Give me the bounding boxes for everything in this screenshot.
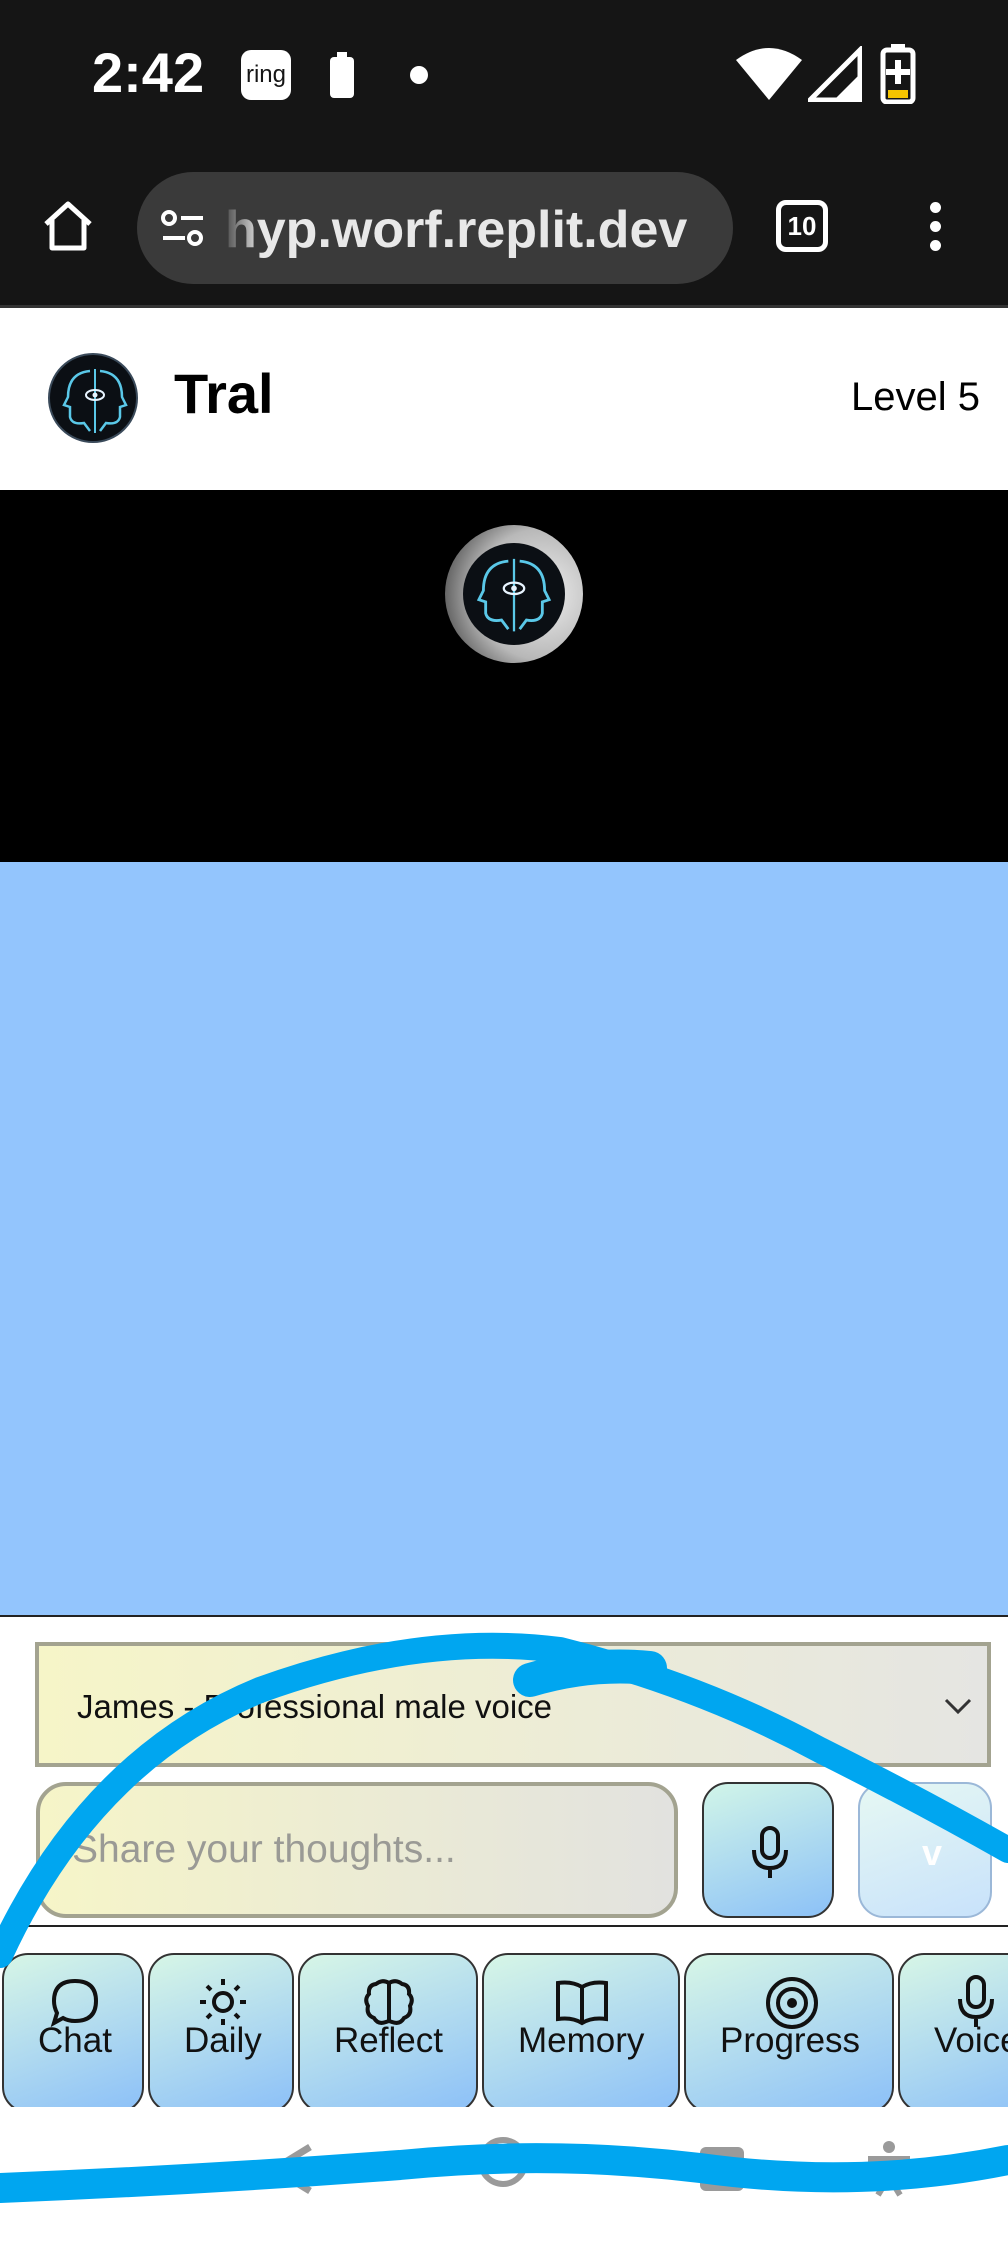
ring-app-icon: ring (241, 50, 291, 100)
message-input[interactable] (72, 1824, 652, 1876)
battery-charging-icon (880, 44, 916, 104)
mic-button[interactable] (702, 1782, 834, 1918)
nav-reflect-tab[interactable]: Reflect (298, 1953, 478, 2107)
app-logo-icon (48, 353, 138, 443)
more-menu-icon[interactable] (930, 202, 941, 259)
voice-select-dropdown[interactable]: James - Professional male voice (35, 1642, 991, 1767)
chat-messages-area[interactable] (0, 862, 1008, 1617)
input-controls: James - Professional male voice v (0, 1617, 1008, 1927)
nav-daily-label: Daily (184, 2021, 262, 2060)
wifi-icon (736, 48, 802, 100)
chevron-down-icon (944, 1698, 972, 1715)
send-button[interactable]: v (858, 1782, 992, 1918)
send-label: v (922, 1832, 943, 1873)
bottom-nav: Chat Daily Reflect Memory Progress Voic (0, 1927, 1008, 2107)
level-indicator: Level 5 (851, 375, 980, 419)
hero-banner (0, 490, 1008, 862)
home-icon[interactable] (40, 198, 96, 254)
microphone-icon (752, 1826, 788, 1878)
battery-saver-icon (330, 52, 354, 98)
app-root: 2:42 ring hyp.worf.replit.dev 10 Tral Le… (0, 0, 1008, 2244)
url-fade (221, 172, 261, 284)
nav-reflect-label: Reflect (334, 2021, 443, 2060)
app-header: Tral Level 5 (0, 311, 1008, 490)
voice-select-value: James - Professional male voice (77, 1688, 553, 1725)
home-nav-icon[interactable] (478, 2137, 528, 2187)
app-title: Tral (174, 362, 274, 425)
nav-chat-label: Chat (38, 2021, 112, 2060)
nav-chat-tab[interactable]: Chat (2, 1953, 144, 2107)
url-bar[interactable]: hyp.worf.replit.dev (137, 172, 733, 284)
system-nav-bar (0, 2107, 1008, 2244)
nav-progress-tab[interactable]: Progress (684, 1953, 894, 2107)
notification-dot-icon (410, 66, 428, 84)
status-time: 2:42 (92, 41, 205, 104)
nav-daily-tab[interactable]: Daily (148, 1953, 294, 2107)
signal-icon (808, 46, 862, 102)
nav-progress-label: Progress (720, 2021, 861, 2060)
message-input-field[interactable] (36, 1782, 678, 1918)
nav-voice-label: Voice (934, 2021, 1008, 2060)
nav-voice-tab[interactable]: Voice (898, 1953, 1008, 2107)
url-text: hyp.worf.replit.dev (225, 201, 688, 259)
browser-toolbar: hyp.worf.replit.dev 10 (0, 150, 1008, 308)
nav-memory-tab[interactable]: Memory (482, 1953, 680, 2107)
ai-avatar-icon (445, 525, 583, 663)
tab-switcher-button[interactable]: 10 (776, 200, 828, 252)
back-icon[interactable] (268, 2143, 314, 2195)
nav-memory-label: Memory (518, 2021, 645, 2060)
site-settings-icon[interactable] (161, 208, 205, 248)
status-bar: 2:42 ring (0, 0, 1008, 150)
recents-icon[interactable] (700, 2147, 744, 2191)
accessibility-icon[interactable] (864, 2139, 914, 2199)
